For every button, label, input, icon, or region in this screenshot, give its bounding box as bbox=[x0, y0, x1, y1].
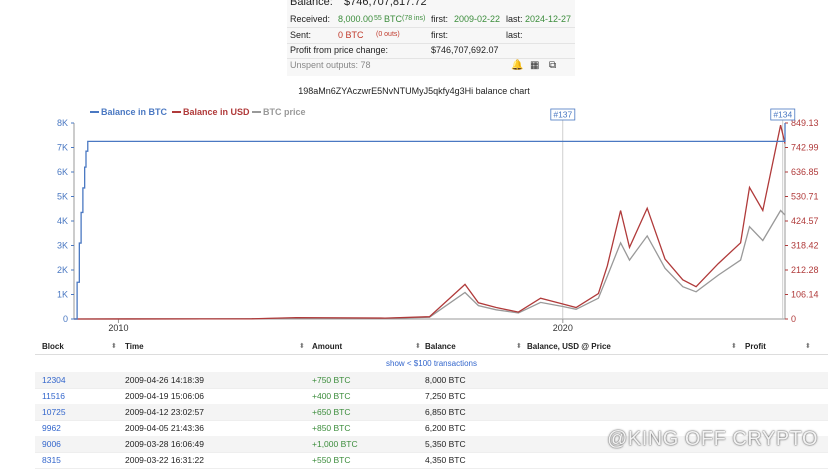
header-balance[interactable]: Balance bbox=[425, 342, 456, 351]
table-row: 8315 2009-03-22 16:31:22 +550 BTC 4,350 BTC bbox=[35, 452, 828, 469]
sort-icon[interactable]: ⬍ bbox=[731, 342, 737, 350]
received-unit: BTC bbox=[384, 14, 402, 24]
header-balance-usd[interactable]: Balance, USD @ Price bbox=[527, 342, 611, 351]
table-row: 10725 2009-04-12 23:02:57 +650 BTC 6,850 BT… bbox=[35, 404, 828, 421]
y-right-tick-label: 212.28 bbox=[791, 265, 819, 275]
block-link[interactable]: 12304 bbox=[42, 372, 66, 388]
y-right-tick-label: 742.99 bbox=[791, 143, 819, 153]
legend-item[interactable]: Balance in BTC bbox=[101, 107, 168, 117]
y-left-tick-label: 0 bbox=[63, 314, 68, 324]
header-block[interactable]: Block bbox=[42, 342, 64, 351]
tx-balance: 6,850 BTC bbox=[425, 407, 466, 417]
header-profit[interactable]: Profit bbox=[745, 342, 766, 351]
tx-time: 2009-04-26 14:18:39 bbox=[125, 375, 204, 385]
legend-item[interactable]: Balance in USD bbox=[183, 107, 250, 117]
y-right-tick-label: 530.71 bbox=[791, 192, 819, 202]
sent-last-label: last: bbox=[506, 30, 523, 40]
table-row: 11516 2009-04-19 15:06:06 +400 BTC 7,250 BT… bbox=[35, 388, 828, 405]
sent-first-label: first: bbox=[431, 30, 448, 40]
block-link[interactable]: 9962 bbox=[42, 420, 61, 436]
y-left-tick-label: 8K bbox=[57, 118, 68, 128]
sort-icon[interactable]: ⬍ bbox=[805, 342, 811, 350]
series-line-balance-in-usd bbox=[73, 124, 786, 320]
tx-amount: +400 BTC bbox=[312, 391, 351, 401]
y-left-tick-label: 7K bbox=[57, 143, 68, 153]
tx-time: 2009-04-12 23:02:57 bbox=[125, 407, 204, 417]
tx-amount: +550 BTC bbox=[312, 455, 351, 465]
x-tick-label: 2010 bbox=[108, 323, 128, 332]
y-right-tick-label: 424.57 bbox=[791, 216, 819, 226]
x-tick-label: 2020 bbox=[553, 323, 573, 332]
watermark: @KING OFF CRYPTO bbox=[607, 428, 818, 450]
tx-balance: 5,350 BTC bbox=[425, 439, 466, 449]
received-last-label: last: bbox=[506, 14, 523, 24]
tx-time: 2009-03-22 16:31:22 bbox=[125, 455, 204, 465]
sent-outs: (0 outs) bbox=[376, 31, 400, 38]
y-left-tick-label: 5K bbox=[57, 192, 68, 202]
series-line-balance-in-btc bbox=[74, 123, 786, 320]
balance-value: $746,707,817.72 bbox=[344, 0, 427, 8]
annotation-label[interactable]: #134 bbox=[773, 110, 792, 120]
profit-label: Profit from price change: bbox=[290, 45, 389, 55]
copy-icon[interactable]: ⧉ bbox=[549, 60, 556, 71]
table-header: Block ⬍ Time ⬍ Amount ⬍ Balance ⬍ Balanc… bbox=[35, 339, 828, 355]
y-left-tick-label: 6K bbox=[57, 167, 68, 177]
received-label: Received: bbox=[290, 14, 331, 24]
balance-label: Balance: bbox=[290, 0, 333, 8]
received-first-date: 2009-02-22 bbox=[454, 14, 501, 24]
received-ins: (78 ins) bbox=[402, 15, 426, 22]
series-line-btc-price bbox=[73, 209, 786, 320]
balance-chart: 0 1K 2K 3K 4K 5K 6K 7K 8K 0 106.14 212.28 318.42 424.… bbox=[35, 100, 828, 333]
received-suffix: 55 bbox=[374, 15, 382, 22]
block-link[interactable]: 9006 bbox=[42, 436, 61, 452]
sort-icon[interactable]: ⬍ bbox=[299, 342, 305, 350]
y-right-tick-label: 636.85 bbox=[791, 167, 819, 177]
received-last-date: 2024-12-27 bbox=[525, 14, 572, 24]
address-summary: Balance: $746,707,817.72 Received: 8,000… bbox=[287, 0, 575, 76]
annotation-label[interactable]: #137 bbox=[553, 110, 572, 120]
tx-time: 2009-04-05 21:43:36 bbox=[125, 423, 204, 433]
y-left-tick-label: 3K bbox=[57, 241, 68, 251]
y-right-tick-label: 106.14 bbox=[791, 290, 819, 300]
tx-amount: +650 BTC bbox=[312, 407, 351, 417]
chart-title: 198aMn6ZYAczwrE5NvNTUMyJ5qkfy4g3Hi balan… bbox=[298, 86, 530, 96]
tx-balance: 4,350 BTC bbox=[425, 455, 466, 465]
show-small-transactions-link[interactable]: show < $100 transactions bbox=[35, 356, 828, 373]
sent-label: Sent: bbox=[290, 30, 312, 40]
tx-balance: 8,000 BTC bbox=[425, 375, 466, 385]
y-left-tick-label: 1K bbox=[57, 290, 68, 300]
tx-balance: 7,250 BTC bbox=[425, 391, 466, 401]
tx-balance: 6,200 BTC bbox=[425, 423, 466, 433]
received-value: 8,000.00 bbox=[338, 14, 374, 24]
tx-amount: +750 BTC bbox=[312, 375, 351, 385]
tx-time: 2009-03-28 16:06:49 bbox=[125, 439, 204, 449]
y-left-tick-label: 4K bbox=[57, 216, 68, 226]
sort-icon[interactable]: ⬍ bbox=[415, 342, 421, 350]
sort-icon[interactable]: ⬍ bbox=[111, 342, 117, 350]
tx-amount: +1,000 BTC bbox=[312, 439, 358, 449]
block-link[interactable]: 10725 bbox=[42, 404, 66, 420]
legend-item[interactable]: BTC price bbox=[263, 107, 306, 117]
header-time[interactable]: Time bbox=[125, 342, 144, 351]
y-right-tick-label: 0 bbox=[791, 314, 796, 324]
tx-amount: +850 BTC bbox=[312, 423, 351, 433]
sent-value: 0 BTC bbox=[338, 30, 364, 40]
bell-icon[interactable]: 🔔 bbox=[511, 60, 523, 71]
y-left-tick-label: 2K bbox=[57, 265, 68, 275]
received-first-label: first: bbox=[431, 14, 448, 24]
tx-time: 2009-04-19 15:06:06 bbox=[125, 391, 204, 401]
block-link[interactable]: 8315 bbox=[42, 452, 61, 468]
table-row: 12304 2009-04-26 14:18:39 +750 BTC 8,000 BT… bbox=[35, 372, 828, 389]
balance-chart-svg: 0 1K 2K 3K 4K 5K 6K 7K 8K 0 106.14 212.28 318.42 424.… bbox=[57, 107, 819, 333]
y-right-tick-label: 318.42 bbox=[791, 241, 819, 251]
unspent-outputs: Unspent outputs: 78 bbox=[290, 60, 371, 70]
header-amount[interactable]: Amount bbox=[312, 342, 342, 351]
profit-value: $746,707,692.07 bbox=[431, 45, 499, 55]
block-link[interactable]: 11516 bbox=[42, 388, 65, 404]
sort-icon[interactable]: ⬍ bbox=[516, 342, 522, 350]
qr-code-icon[interactable]: ▦ bbox=[530, 60, 539, 71]
